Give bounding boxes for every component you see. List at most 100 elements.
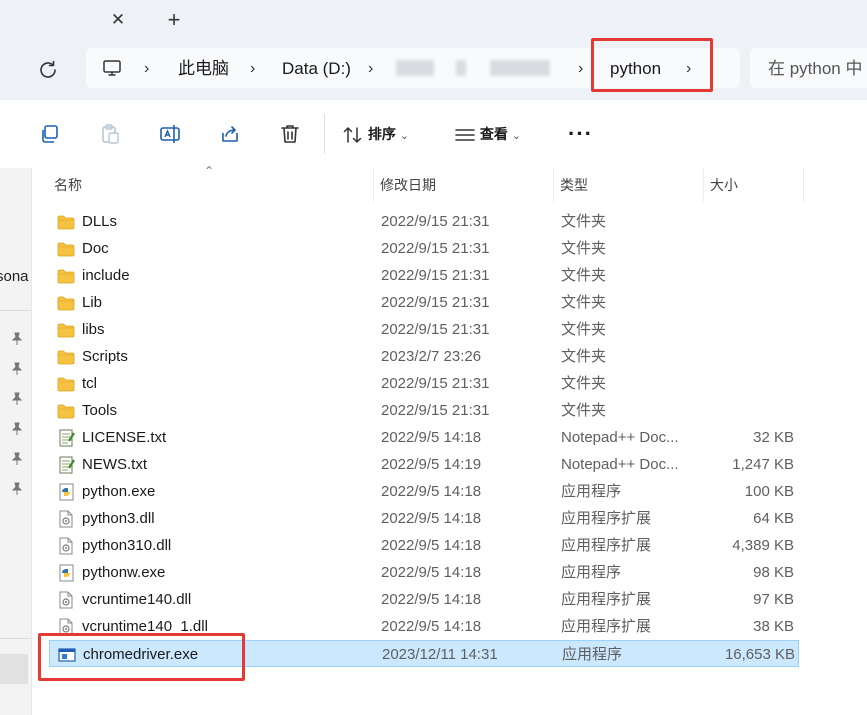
- file-name: Tools: [82, 402, 118, 419]
- file-row[interactable]: python310.dll 2022/9/5 14:18 应用程序扩展 4,389 K…: [49, 532, 799, 559]
- file-date-modified: 2022/9/5 14:19: [381, 456, 482, 473]
- search-input[interactable]: 在 python 中: [750, 48, 867, 88]
- column-header-size[interactable]: 大小: [688, 168, 788, 202]
- refresh-icon[interactable]: [36, 58, 60, 82]
- paste-icon[interactable]: [98, 122, 122, 146]
- copy-icon[interactable]: [38, 122, 62, 146]
- highlight-annotation: [38, 633, 245, 681]
- file-date-modified: 2022/9/15 21:31: [381, 402, 490, 419]
- column-header-date[interactable]: 修改日期: [358, 168, 538, 202]
- file-size: [701, 235, 794, 262]
- file-row[interactable]: vcruntime140.dll 2022/9/5 14:18 应用程序扩展 97 K…: [49, 586, 799, 613]
- pin-icon: [11, 332, 23, 345]
- delete-icon[interactable]: [278, 122, 302, 146]
- file-size: 16,653 KB: [724, 646, 795, 663]
- pin-icon: [11, 452, 23, 465]
- file-date-modified: 2022/9/5 14:18: [381, 483, 482, 500]
- file-name: vcruntime140.dll: [82, 591, 192, 608]
- file-row[interactable]: Scripts 2023/2/7 23:26 文件夹: [49, 343, 799, 370]
- file-type: Notepad++ Doc...: [561, 429, 679, 446]
- file-name: libs: [82, 321, 105, 338]
- file-row[interactable]: DLLs 2022/9/15 21:31 文件夹: [49, 208, 799, 235]
- file-row[interactable]: include 2022/9/15 21:31 文件夹: [49, 262, 799, 289]
- command-toolbar: 排序 ⌄ 查看 ⌄ ···: [0, 100, 867, 168]
- file-size: 97 KB: [753, 591, 794, 608]
- rename-icon[interactable]: [158, 122, 182, 146]
- breadcrumb-chevron[interactable]: ›: [368, 58, 373, 80]
- file-row[interactable]: tcl 2022/9/15 21:31 文件夹: [49, 370, 799, 397]
- redacted-breadcrumb: [396, 60, 434, 76]
- file-row[interactable]: python3.dll 2022/9/5 14:18 应用程序扩展 64 KB: [49, 505, 799, 532]
- computer-icon[interactable]: [102, 58, 122, 78]
- nav-item-selected[interactable]: [0, 654, 28, 684]
- view-label: 查看: [479, 126, 508, 142]
- view-icon: [455, 129, 475, 142]
- column-header-name[interactable]: 名称: [32, 168, 372, 202]
- navigation-pane: sona: [0, 168, 32, 715]
- breadcrumb-data-drive[interactable]: Data (D:): [282, 58, 351, 80]
- sort-button[interactable]: 排序 ⌄: [342, 122, 409, 146]
- file-row[interactable]: NEWS.txt 2022/9/5 14:19 Notepad++ Doc... 1,…: [49, 451, 799, 478]
- notepad-file-icon: [59, 456, 75, 474]
- file-date-modified: 2022/9/5 14:18: [381, 591, 482, 608]
- dll-file-icon: [59, 591, 73, 609]
- folder-icon: [57, 296, 75, 311]
- file-size: [701, 316, 794, 343]
- file-type: 文件夹: [561, 240, 607, 257]
- tab-strip: ✕ +: [0, 0, 867, 40]
- file-type: 应用程序: [562, 646, 623, 663]
- file-type: 应用程序扩展: [561, 537, 652, 554]
- column-header-type[interactable]: 类型: [538, 168, 688, 202]
- file-size: 98 KB: [753, 564, 794, 581]
- file-size: 38 KB: [753, 618, 794, 635]
- file-date-modified: 2023/2/7 23:26: [381, 348, 482, 365]
- file-row[interactable]: Tools 2022/9/15 21:31 文件夹: [49, 397, 799, 424]
- new-tab-button[interactable]: +: [163, 8, 185, 32]
- file-name: pythonw.exe: [82, 564, 166, 581]
- file-type: 应用程序扩展: [561, 618, 652, 635]
- file-size: 1,247 KB: [732, 456, 794, 473]
- pin-icon: [11, 482, 23, 495]
- file-type: 文件夹: [561, 294, 607, 311]
- nav-item-partial[interactable]: sona: [0, 268, 29, 285]
- redacted-breadcrumb: [456, 60, 466, 76]
- breadcrumb-chevron[interactable]: ›: [144, 58, 149, 80]
- chevron-down-icon: ⌄: [399, 130, 409, 142]
- folder-icon: [57, 323, 75, 338]
- file-date-modified: 2022/9/15 21:31: [381, 321, 490, 338]
- file-size: 32 KB: [753, 429, 794, 446]
- file-name: tcl: [82, 375, 97, 392]
- breadcrumb-this-pc[interactable]: 此电脑: [178, 58, 229, 80]
- folder-icon: [57, 242, 75, 257]
- file-row[interactable]: libs 2022/9/15 21:31 文件夹: [49, 316, 799, 343]
- file-row[interactable]: LICENSE.txt 2022/9/5 14:18 Notepad++ Doc..…: [49, 424, 799, 451]
- share-icon[interactable]: [218, 122, 242, 146]
- nav-divider: [0, 310, 31, 311]
- file-row[interactable]: pythonw.exe 2022/9/5 14:18 应用程序 98 KB: [49, 559, 799, 586]
- pin-icon: [11, 422, 23, 435]
- column-divider[interactable]: [803, 168, 804, 202]
- breadcrumb-chevron[interactable]: ›: [250, 58, 255, 80]
- file-type: 文件夹: [561, 321, 607, 338]
- file-date-modified: 2022/9/5 14:18: [381, 429, 482, 446]
- file-type: 应用程序: [561, 564, 622, 581]
- file-row[interactable]: Lib 2022/9/15 21:31 文件夹: [49, 289, 799, 316]
- view-button[interactable]: 查看 ⌄: [454, 122, 521, 146]
- sort-icon: [343, 127, 362, 144]
- file-date-modified: 2022/9/15 21:31: [381, 240, 490, 257]
- file-size: 64 KB: [753, 510, 794, 527]
- file-date-modified: 2022/9/5 14:18: [381, 510, 482, 527]
- close-tab-button[interactable]: ✕: [107, 9, 129, 31]
- file-row[interactable]: python.exe 2022/9/5 14:18 应用程序 100 KB: [49, 478, 799, 505]
- more-options-button[interactable]: ···: [568, 122, 593, 146]
- pin-icon: [11, 362, 23, 375]
- file-size: 100 KB: [744, 483, 794, 500]
- file-type: 文件夹: [561, 213, 607, 230]
- redacted-breadcrumb: [490, 60, 550, 76]
- folder-icon: [57, 377, 75, 392]
- file-row[interactable]: Doc 2022/9/15 21:31 文件夹: [49, 235, 799, 262]
- file-name: Doc: [82, 240, 109, 257]
- breadcrumb-chevron[interactable]: ›: [578, 58, 583, 80]
- file-date-modified: 2022/9/15 21:31: [381, 267, 490, 284]
- file-name: python3.dll: [82, 510, 155, 527]
